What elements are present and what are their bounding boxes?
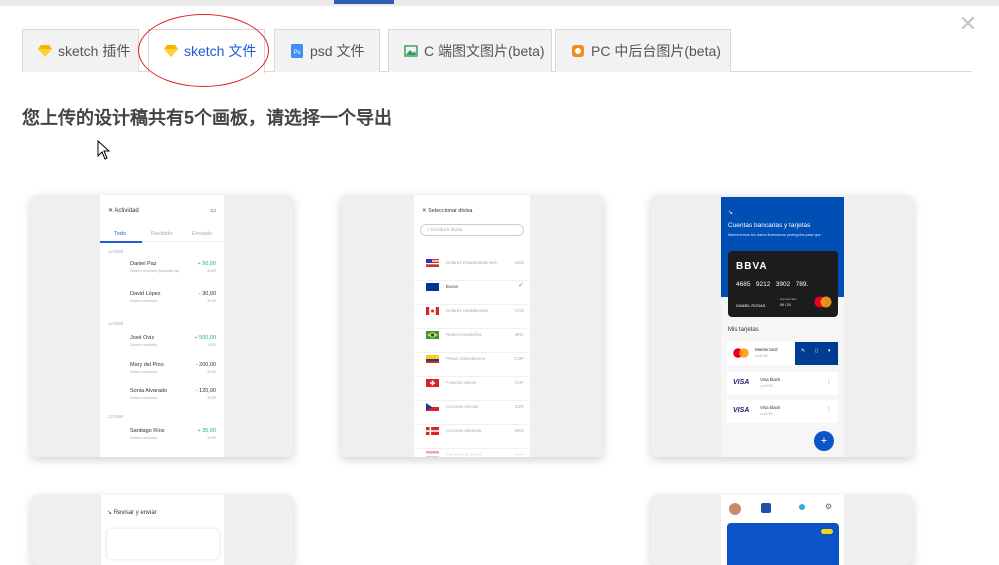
screen-subtitle: Mantenemos tus datos financieros protegi… (728, 233, 821, 237)
tab-indicator (100, 241, 142, 243)
cz-flag-icon (426, 403, 439, 411)
list-item: David López Dinero enviado - 30,00 EUR (130, 291, 216, 303)
group-date: 12 ENE (108, 249, 124, 254)
br-flag-icon (426, 331, 439, 339)
mastercard-icon (814, 296, 832, 308)
dk-flag-icon (426, 427, 439, 435)
calendar-icon: ▭ (210, 208, 216, 214)
search-icon: ⌕ (427, 227, 430, 232)
photoshop-icon: Ps (291, 44, 303, 58)
visa-logo: VISA (733, 379, 750, 386)
currency-item: Coronas danesas DKK (414, 425, 530, 449)
card-row: VISA Visa black ••••3762 ⋮ (727, 372, 838, 395)
list-item: Daniel Paz Dinero recibido (lavanderia) … (130, 261, 216, 273)
balance-card (727, 523, 839, 565)
artboard-cuentas-bancarias[interactable]: ↘ Cuentas bancarias y tarjetas Mantenemo… (651, 195, 913, 457)
currency-item: Reales brasileños BRL (414, 329, 530, 353)
chevron-down-icon: ▾ (828, 348, 831, 354)
group-date: 12 ENE (108, 414, 124, 419)
tab-recibido: Recibido (151, 231, 173, 237)
export-source-tabs: sketch 插件 sketch 文件 Ps psd 文件 C 端图文图片(bet… (22, 29, 972, 73)
card-actions: ✎ ▯ ▾ (795, 342, 838, 365)
status-dot (799, 504, 805, 510)
artboard-seleccionar-divisa[interactable]: ✕ Seleccionar divisa ⌕ Introducir divisa… (341, 195, 603, 457)
check-icon: ✓ (518, 282, 524, 289)
tab-pc-admin-image[interactable]: PC 中后台图片(beta) (555, 29, 731, 72)
currency-item: Florines húngaros HUF (414, 449, 530, 457)
screen-title: Revisar y enviar (113, 510, 157, 516)
phone-screen: ⚙ (721, 495, 844, 565)
hu-flag-icon (426, 451, 439, 457)
us-flag-icon (426, 259, 439, 267)
settings-icon: ⚙ (825, 502, 833, 511)
card-row: VISA Visa black ••••3762 ⋮ (727, 400, 838, 423)
edit-icon: ✎ (801, 348, 806, 354)
bank-card: BBVA 4685 9212 3902 789. DANIEL ROSAS Ex… (728, 251, 838, 317)
tab-sketch-plugin[interactable]: sketch 插件 (22, 29, 139, 72)
group-date: 12 ENE (108, 321, 124, 326)
eu-flag-icon (426, 283, 439, 291)
ca-flag-icon (426, 307, 439, 315)
close-icon: ✕ (108, 208, 114, 214)
currency-item: Euros ✓ (414, 281, 530, 305)
phone-screen: ↘ Revisar y enviar (101, 495, 224, 565)
artboard-revisar-enviar[interactable]: ↘ Revisar y enviar (31, 495, 293, 565)
sketch-diamond-icon (38, 45, 52, 57)
card-row: Mastercard ••••8765 ✎ ▯ ▾ (727, 342, 838, 365)
back-arrow-icon: ↘ (107, 510, 113, 516)
badge (821, 529, 833, 534)
page-title: 您上传的设计稿共有5个画板，请选择一个导出 (22, 108, 393, 128)
summary-card (107, 529, 219, 559)
screen-title: Cuentas bancarias y tarjetas (728, 222, 811, 229)
screen-title: Actividad (114, 208, 139, 214)
artboard-actividad[interactable]: ✕ Actividad ▭ Todo Recibido Enviado 12 EN… (31, 195, 293, 457)
visa-logo: VISA (733, 407, 750, 414)
avatar (729, 503, 741, 515)
add-card-button: + (814, 431, 834, 451)
card-holder: DANIEL ROSAS (736, 303, 766, 308)
list-item: Sonia Alvarado Dinero enviado - 120,00 E… (130, 388, 216, 400)
currency-item: Coronas checas CZK (414, 401, 530, 425)
tab-c-end-image[interactable]: C 端图文图片(beta) (388, 29, 552, 72)
co-flag-icon (426, 355, 439, 363)
more-icon: ⋮ (826, 407, 832, 413)
ch-flag-icon (426, 379, 439, 387)
back-arrow-icon: ↘ (728, 210, 734, 216)
delete-icon: ▯ (815, 348, 818, 354)
screen-title: Seleccionar divisa (428, 208, 473, 214)
close-icon: ✕ (422, 208, 427, 214)
image-icon (404, 45, 418, 57)
currency-item: Francos suizos CHF (414, 377, 530, 401)
tab-todo: Todo (114, 231, 126, 237)
currency-search-input: ⌕ Introducir divisa (420, 224, 524, 236)
currency-item: Dólares estadounidenses USD (414, 257, 530, 281)
background-app-tab (334, 0, 394, 4)
currency-item: Dólares canadienses CAD (414, 305, 530, 329)
card-expiry: 09 / 24 (780, 303, 791, 307)
card-number: 4685 9212 3902 789. (736, 281, 809, 288)
tab-sketch-file[interactable]: sketch 文件 (148, 29, 265, 73)
tab-enviado: Enviado (192, 231, 212, 237)
more-icon: ⋮ (826, 379, 832, 385)
artboard-dashboard[interactable]: ⚙ (651, 495, 913, 565)
list-item: José Oviz Dinero recibido + 500,00 USD (130, 335, 216, 347)
mastercard-icon (733, 348, 749, 358)
phone-screen: ✕ Actividad ▭ Todo Recibido Enviado 12 EN… (100, 195, 224, 457)
section-title: Mis tarjetas (728, 327, 759, 333)
bbva-logo: BBVA (736, 261, 768, 272)
phone-screen: ✕ Seleccionar divisa ⌕ Introducir divisa… (414, 195, 530, 457)
background-app-bar (0, 0, 999, 6)
list-item: Mary del Pino Dinero enviado - 200,00 EU… (130, 362, 216, 374)
list-item: Santiago Ríos Dinero recibido + 35,00 EU… (130, 428, 216, 440)
sketch-diamond-icon (164, 45, 178, 57)
wallet-icon (761, 503, 771, 513)
currency-item: Pesos colombianos COP (414, 353, 530, 377)
phone-screen: ↘ Cuentas bancarias y tarjetas Mantenemo… (721, 197, 844, 457)
tab-psd-file[interactable]: Ps psd 文件 (274, 29, 380, 72)
mouse-cursor-icon (97, 140, 111, 160)
svg-text:Ps: Ps (293, 50, 300, 56)
pc-image-icon (572, 45, 584, 57)
